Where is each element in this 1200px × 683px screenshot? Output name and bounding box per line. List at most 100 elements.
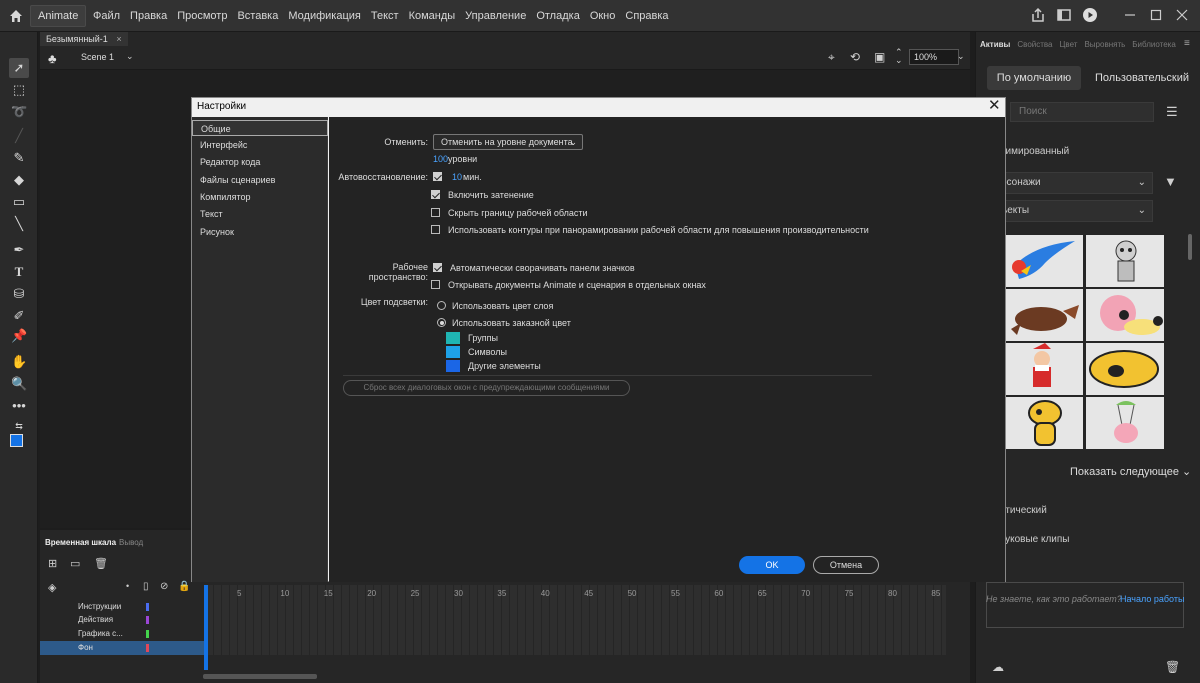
- nav-code-editor[interactable]: Редактор кода: [192, 154, 328, 170]
- custom-button[interactable]: Пользовательский: [1092, 66, 1192, 90]
- hide-icon[interactable]: ⊘: [160, 581, 168, 592]
- autorecover-checkbox[interactable]: [433, 172, 442, 181]
- tab-output[interactable]: Вывод: [119, 538, 143, 547]
- hand-tool-icon[interactable]: ✋: [11, 354, 27, 370]
- menu-help[interactable]: Справка: [620, 10, 673, 22]
- menu-control[interactable]: Управление: [460, 10, 531, 22]
- menu-view[interactable]: Просмотр: [172, 10, 232, 22]
- paint-bucket-icon[interactable]: ⛁: [11, 286, 27, 302]
- eraser-tool-icon[interactable]: ◆: [11, 172, 27, 188]
- share-icon[interactable]: [1030, 7, 1046, 23]
- assets-scrollbar[interactable]: [1188, 234, 1192, 260]
- reset-dialogs-button[interactable]: Сброс всех диалоговых окон с предупрежда…: [343, 380, 630, 396]
- menu-text[interactable]: Текст: [366, 10, 404, 22]
- zoom-stepper-icon[interactable]: ⌃ ⌄: [895, 48, 903, 65]
- sound-clips-section-label[interactable]: вуковые клипы: [1000, 534, 1070, 545]
- frames-grid[interactable]: [206, 585, 946, 655]
- menu-insert[interactable]: Вставка: [232, 10, 283, 22]
- snail-thumbnail[interactable]: [1086, 289, 1164, 341]
- lock-icon[interactable]: 🔒: [178, 581, 190, 592]
- rotate-stage-icon[interactable]: ⟲: [850, 50, 860, 64]
- close-tab-icon[interactable]: ×: [116, 34, 121, 44]
- tab-timeline[interactable]: Временная шкала: [45, 538, 116, 547]
- cloud-icon[interactable]: ☁: [992, 660, 1004, 674]
- more-tools-icon[interactable]: •••: [11, 398, 27, 414]
- menu-file[interactable]: Файл: [88, 10, 125, 22]
- static-section-label[interactable]: атический: [1000, 505, 1047, 516]
- objects-dropdown[interactable]: ъекты ⌄: [1000, 200, 1153, 222]
- custom-color-radio[interactable]: [437, 318, 446, 327]
- default-button[interactable]: По умолчанию: [987, 66, 1081, 90]
- parrot-thumbnail[interactable]: [1005, 235, 1083, 287]
- tab-library[interactable]: Библиотека: [1132, 40, 1176, 54]
- free-transform-tool-icon[interactable]: ⬚: [11, 82, 27, 98]
- mummy-thumbnail[interactable]: [1086, 235, 1164, 287]
- panel-menu-icon[interactable]: ≡: [1184, 38, 1190, 49]
- nav-compiler[interactable]: Компилятор: [192, 189, 328, 205]
- selection-tool-icon[interactable]: ➚: [9, 58, 29, 78]
- brush-tool-icon[interactable]: ✎: [11, 150, 27, 166]
- clip-content-icon[interactable]: ▣: [874, 50, 885, 64]
- new-layer-icon[interactable]: ⊞: [48, 557, 57, 570]
- layer-row[interactable]: Фон: [40, 641, 206, 655]
- close-icon[interactable]: [1174, 7, 1190, 23]
- ok-button[interactable]: OK: [739, 556, 805, 574]
- groups-color-swatch[interactable]: [446, 332, 460, 344]
- text-tool-icon[interactable]: T: [11, 264, 27, 280]
- timeline-scrollbar[interactable]: [203, 674, 317, 679]
- menu-debug[interactable]: Отладка: [531, 10, 584, 22]
- pig-parachute-thumbnail[interactable]: [1086, 397, 1164, 449]
- new-folder-icon[interactable]: ▭: [70, 557, 80, 570]
- chevron-down-icon[interactable]: ⌄: [126, 51, 134, 62]
- nav-script-files[interactable]: Файлы сценариев: [192, 172, 328, 188]
- play-icon[interactable]: [1082, 7, 1098, 23]
- undo-levels-value[interactable]: 100: [433, 154, 448, 164]
- hide-stage-border-checkbox[interactable]: [431, 208, 440, 217]
- home-icon[interactable]: [8, 8, 24, 24]
- zoom-tool-icon[interactable]: 🔍: [11, 376, 27, 392]
- pin-tool-icon[interactable]: 📌: [11, 328, 27, 344]
- lasso-tool-icon[interactable]: ➰: [11, 104, 27, 120]
- nav-general[interactable]: Общие: [192, 120, 328, 136]
- layer-row[interactable]: Инструкции: [40, 600, 206, 614]
- dog-sitting-thumbnail[interactable]: [1005, 397, 1083, 449]
- line-tool-icon[interactable]: ╲: [11, 216, 27, 232]
- menu-modify[interactable]: Модификация: [283, 10, 366, 22]
- autorecover-minutes[interactable]: 10: [452, 172, 462, 182]
- zoom-dropdown-icon[interactable]: ⌄: [957, 51, 965, 62]
- rectangle-tool-icon[interactable]: ▭: [11, 194, 27, 210]
- wolf-thumbnail[interactable]: [1005, 289, 1083, 341]
- nav-interface[interactable]: Интерфейс: [192, 137, 328, 153]
- characters-dropdown[interactable]: рсонажи ⌄: [1000, 172, 1153, 194]
- cancel-button[interactable]: Отмена: [813, 556, 879, 574]
- other-elements-color-swatch[interactable]: [446, 360, 460, 372]
- outline-icon[interactable]: ▯: [143, 581, 149, 592]
- document-tab[interactable]: Безымянный-1 ×: [40, 32, 128, 46]
- trash-icon[interactable]: 🗑: [1165, 660, 1180, 674]
- close-icon[interactable]: ✕: [988, 98, 1002, 113]
- animated-section-label[interactable]: нимированный: [1000, 146, 1069, 157]
- nav-text[interactable]: Текст: [192, 206, 328, 222]
- layer-row[interactable]: Графика с...: [40, 627, 206, 641]
- pan-outlines-checkbox[interactable]: [431, 225, 440, 234]
- show-next-link[interactable]: Показать следующее ⌄: [1070, 465, 1191, 478]
- maximize-icon[interactable]: [1148, 7, 1164, 23]
- center-stage-icon[interactable]: ⌖: [828, 50, 835, 65]
- menu-commands[interactable]: Команды: [404, 10, 461, 22]
- tab-color[interactable]: Цвет: [1060, 40, 1078, 54]
- tab-assets[interactable]: Активы: [980, 40, 1010, 54]
- tab-align[interactable]: Выровнять: [1084, 40, 1125, 54]
- pen-tool-icon[interactable]: ✒: [11, 242, 27, 258]
- help-link[interactable]: Начало работы: [1120, 594, 1184, 604]
- zoom-input[interactable]: 100%: [909, 49, 959, 65]
- auto-collapse-checkbox[interactable]: [433, 263, 442, 272]
- assets-search-input[interactable]: Поиск: [1010, 102, 1154, 122]
- menu-window[interactable]: Окно: [585, 10, 621, 22]
- symbols-color-swatch[interactable]: [446, 346, 460, 358]
- enable-shading-checkbox[interactable]: [431, 190, 440, 199]
- dog-thumbnail[interactable]: [1086, 343, 1164, 395]
- undo-select[interactable]: Отменить на уровне документа ⌄: [433, 134, 583, 150]
- layer-color-radio[interactable]: [437, 301, 446, 310]
- scene-icon[interactable]: ♣: [48, 51, 57, 66]
- minimize-icon[interactable]: [1122, 7, 1138, 23]
